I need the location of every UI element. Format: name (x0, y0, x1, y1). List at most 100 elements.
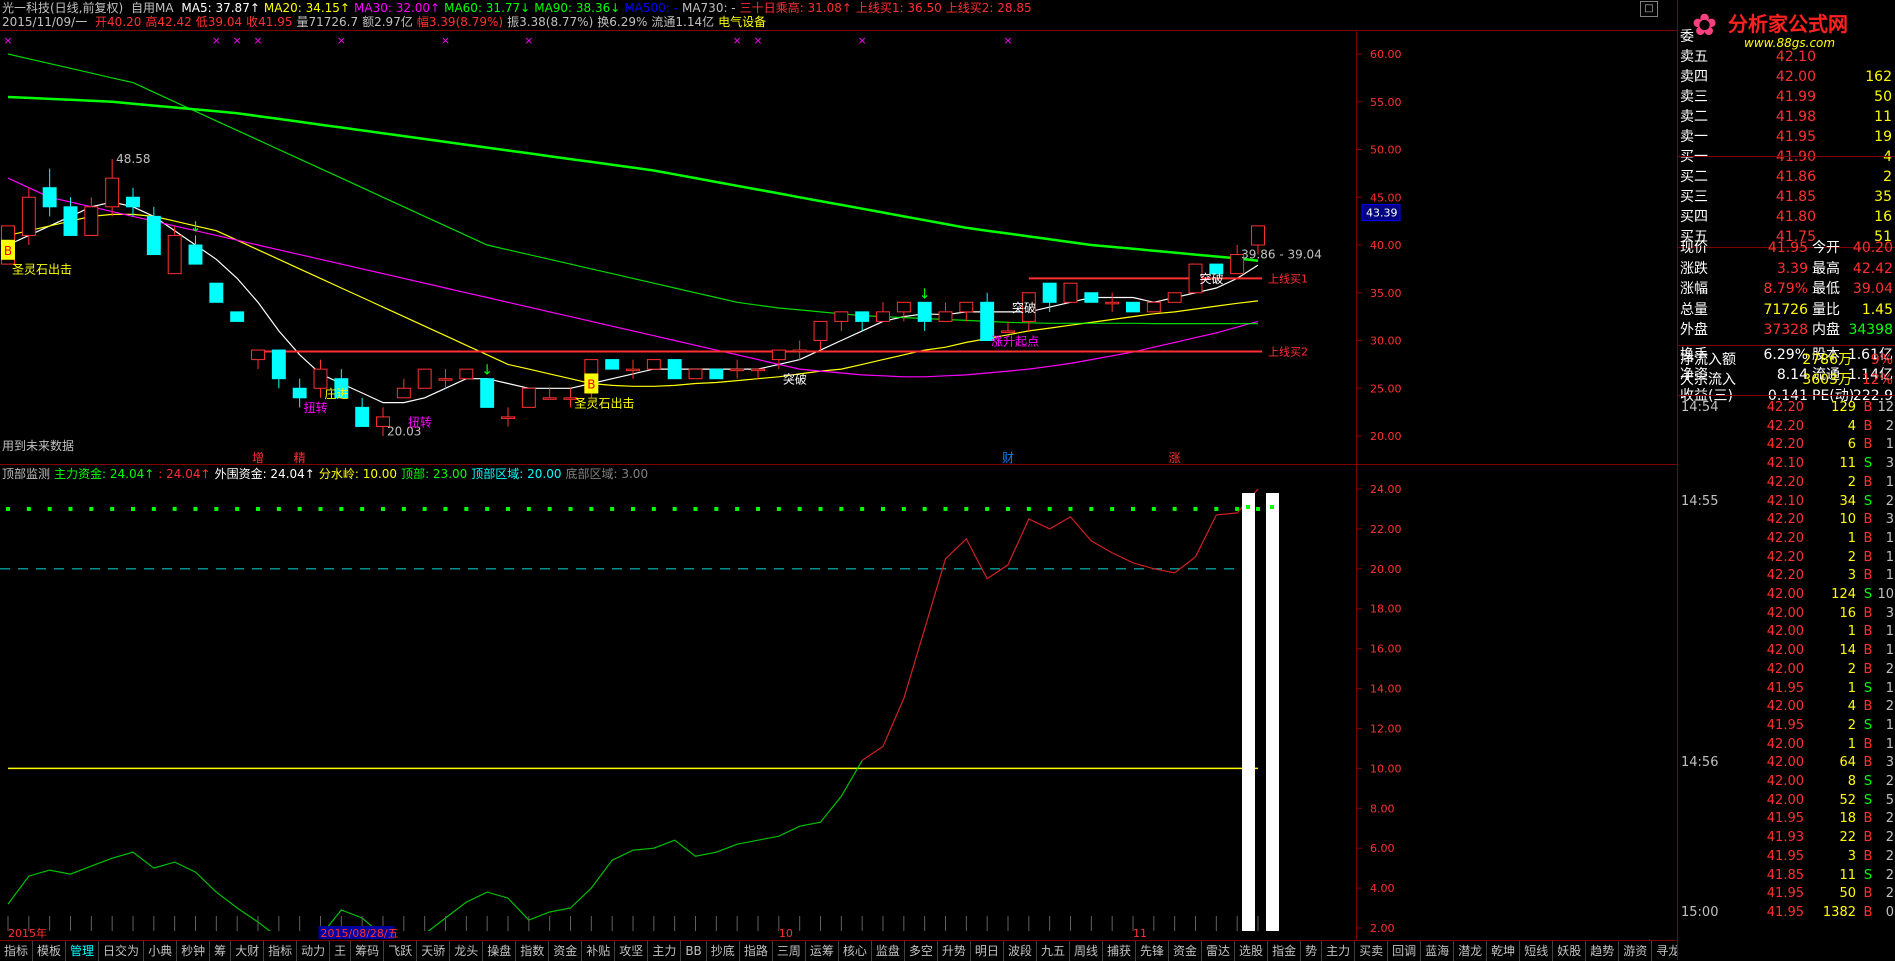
candle (959, 301, 974, 313)
tab-27[interactable]: 监盘 (872, 941, 905, 961)
order-book-row[interactable]: 卖五 42.10 (1678, 46, 1895, 68)
tick-count: 1 (1885, 474, 1894, 490)
tab-4[interactable]: 小典 (144, 941, 178, 961)
tab-37[interactable]: 雷达 (1202, 941, 1236, 961)
quote-panel: ✿ 分析家公式网 www.88gs.com 委卖五 42.10 卖四 42.00 162… (1677, 0, 1895, 960)
tab-13[interactable]: 天骄 (417, 941, 451, 961)
flow-percent: 9% (1870, 352, 1893, 368)
tab-42[interactable]: 买卖 (1355, 941, 1389, 961)
tab-36[interactable]: 资金 (1169, 941, 1203, 961)
tick-direction: B (1863, 437, 1873, 453)
flow-divider (1678, 345, 1895, 346)
tab-30[interactable]: 明日 (971, 941, 1004, 961)
tab-41[interactable]: 主力 (1322, 941, 1356, 961)
top-line-dot (151, 506, 156, 511)
order-book-row[interactable]: 买四 41.80 16 (1678, 206, 1895, 228)
order-book-row[interactable]: 卖三 41.99 50 (1678, 86, 1895, 108)
top-line-dot (1131, 506, 1135, 511)
tab-9[interactable]: 动力 (297, 941, 331, 961)
tab-2[interactable]: 管理 (66, 941, 100, 961)
tick-volume: 4 (1847, 418, 1856, 434)
indicator-value-4: 分水岭: 10.00 (318, 467, 398, 481)
order-book-row[interactable]: 卖四 42.00 162 (1678, 66, 1895, 88)
tab-17[interactable]: 资金 (549, 941, 583, 961)
indicator-tick-label: 4.00 (1370, 882, 1395, 895)
tick-price: 42.00 (1766, 755, 1804, 771)
tab-45[interactable]: 潜龙 (1454, 941, 1488, 961)
tick-direction: B (1863, 474, 1873, 490)
tab-40[interactable]: 势 (1301, 941, 1323, 961)
tick-volume: 124 (1831, 587, 1856, 602)
quote-value: 41.95 (1767, 240, 1808, 256)
candle (459, 368, 474, 380)
top-line-dot (339, 506, 344, 511)
tick-row: 41.95 2 S 1 (1678, 717, 1895, 735)
quote-value: 34398 (1848, 322, 1893, 338)
tab-38[interactable]: 选股 (1235, 941, 1269, 961)
chart-annotation: 39.86 - 39.04 (1241, 247, 1322, 261)
tab-10[interactable]: 王 (330, 941, 352, 961)
tab-8[interactable]: 指标 (264, 941, 298, 961)
tab-18[interactable]: 补贴 (582, 941, 616, 961)
tab-11[interactable]: 筹码 (351, 941, 385, 961)
tab-34[interactable]: 捕获 (1103, 941, 1136, 961)
indicator-tick-label: 14.00 (1370, 683, 1402, 696)
tab-28[interactable]: 多空 (905, 941, 938, 961)
tab-33[interactable]: 周线 (1070, 941, 1103, 961)
tick-row: 41.95 1 S 1 (1678, 680, 1895, 698)
tab-14[interactable]: 龙头 (450, 941, 484, 961)
tab-0[interactable]: 指标 (0, 941, 34, 961)
signal-marker: × (212, 34, 221, 47)
tick-volume: 8 (1847, 774, 1856, 789)
tab-35[interactable]: 先锋 (1136, 941, 1170, 961)
tab-6[interactable]: 筹 (210, 941, 232, 961)
tab-44[interactable]: 蓝海 (1421, 941, 1455, 961)
tab-23[interactable]: 指路 (740, 941, 773, 961)
tab-25[interactable]: 运筹 (806, 941, 839, 961)
tab-7[interactable]: 大财 (231, 941, 265, 961)
tab-51[interactable]: 寻龙 (1652, 941, 1677, 961)
tab-1[interactable]: 模板 (33, 941, 67, 961)
close-icon[interactable]: □ (1640, 1, 1658, 17)
order-book-row[interactable]: 买一 41.90 4 (1678, 146, 1895, 168)
order-book-row[interactable]: 卖一 41.95 19 (1678, 126, 1895, 148)
tab-24[interactable]: 三周 (773, 941, 806, 961)
tab-21[interactable]: BB (681, 941, 707, 961)
tick-direction: S (1863, 717, 1873, 733)
tick-count: 10 (1877, 587, 1894, 602)
bar-value-2: 低39.04 (195, 15, 243, 29)
tab-48[interactable]: 妖股 (1553, 941, 1587, 961)
tick-direction: S (1863, 493, 1873, 509)
bar-value-3: 收41.95 (246, 15, 293, 29)
ma-value-8: 上线买1: 36.50 (855, 1, 942, 15)
order-book-row[interactable]: 卖二 41.98 11 (1678, 106, 1895, 128)
tab-31[interactable]: 波段 (1004, 941, 1037, 961)
tab-49[interactable]: 趋势 (1586, 941, 1620, 961)
tab-29[interactable]: 升势 (938, 941, 971, 961)
tab-47[interactable]: 短线 (1520, 941, 1554, 961)
order-book-row[interactable]: 买三 41.85 35 (1678, 186, 1895, 208)
tab-16[interactable]: 指数 (516, 941, 550, 961)
bar-value-8: 换6.29% (597, 15, 648, 29)
tab-26[interactable]: 核心 (839, 941, 872, 961)
price-tick-label: 55.00 (1370, 96, 1402, 109)
price-tick-label: 30.00 (1370, 335, 1402, 348)
tab-12[interactable]: 飞跃 (384, 941, 418, 961)
order-book-row[interactable]: 委 (1678, 26, 1895, 48)
order-book-label: 买二 (1680, 169, 1708, 185)
tab-19[interactable]: 攻坚 (615, 941, 649, 961)
tab-39[interactable]: 指金 (1268, 941, 1302, 961)
order-book-row[interactable]: 买二 41.86 2 (1678, 166, 1895, 188)
tab-5[interactable]: 秒钟 (177, 941, 211, 961)
tab-3[interactable]: 日交为 (99, 941, 145, 961)
tab-20[interactable]: 主力 (648, 941, 682, 961)
tab-50[interactable]: 游资 (1619, 941, 1653, 961)
tab-22[interactable]: 抄底 (707, 941, 740, 961)
tab-46[interactable]: 乾坤 (1487, 941, 1521, 961)
tab-15[interactable]: 操盘 (483, 941, 517, 961)
tick-count: 2 (1885, 774, 1894, 789)
tab-32[interactable]: 九五 (1037, 941, 1070, 961)
tab-43[interactable]: 回调 (1388, 941, 1422, 961)
tick-price: 42.20 (1766, 437, 1804, 453)
order-book-label: 买四 (1680, 209, 1708, 225)
